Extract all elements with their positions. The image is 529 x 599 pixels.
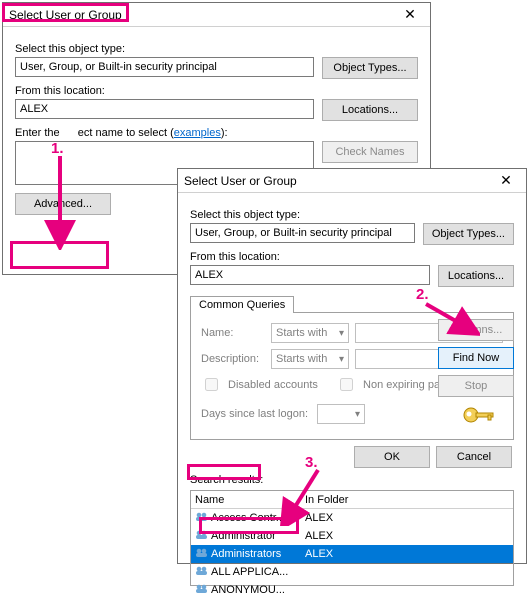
group-icon — [195, 582, 208, 598]
search-results-label: Search results: — [190, 474, 514, 486]
disabled-accounts-label: Disabled accounts — [228, 379, 318, 391]
close-icon[interactable]: ✕ — [492, 172, 520, 189]
titlebar-1: Select User or Group ✕ — [3, 3, 430, 27]
columns-button[interactable]: Columns... — [438, 319, 514, 341]
location-label: From this location: — [15, 85, 418, 97]
result-row[interactable]: Administrators ALEX — [191, 545, 513, 563]
tab-common-queries[interactable]: Common Queries — [190, 296, 294, 313]
object-types-button[interactable]: Object Types... — [423, 223, 514, 245]
check-names-button[interactable]: Check Names — [322, 141, 418, 163]
dialog-title: Select User or Group — [184, 174, 297, 188]
object-type-label: Select this object type: — [15, 43, 418, 55]
object-type-field[interactable] — [15, 57, 314, 77]
result-name: Administrator — [211, 530, 276, 542]
results-header: Name In Folder — [191, 491, 513, 509]
examples-link[interactable]: examples — [174, 127, 221, 139]
nonexpiring-checkbox[interactable] — [340, 378, 353, 391]
advanced-button[interactable]: Advanced... — [15, 193, 111, 215]
object-type-field[interactable] — [190, 223, 415, 243]
result-folder: ALEX — [301, 530, 513, 542]
cancel-button[interactable]: Cancel — [436, 446, 512, 468]
locations-button[interactable]: Locations... — [438, 265, 514, 287]
find-now-button[interactable]: Find Now — [438, 347, 514, 369]
close-icon[interactable]: ✕ — [396, 6, 424, 23]
search-results-list[interactable]: Name In Folder Access Contr...ALEXAdmini… — [190, 490, 514, 586]
group-icon — [195, 528, 208, 544]
days-since-combo[interactable] — [317, 404, 365, 424]
titlebar-2: Select User or Group ✕ — [178, 169, 526, 193]
object-types-button[interactable]: Object Types... — [322, 57, 418, 79]
group-icon — [195, 546, 208, 562]
stop-button[interactable]: Stop — [438, 375, 514, 397]
result-name: Access Contr... — [211, 512, 285, 524]
name-match-combo[interactable]: Starts with — [271, 323, 349, 343]
result-name: ANONYMOU... — [211, 584, 285, 596]
group-icon — [195, 564, 208, 580]
ok-button[interactable]: OK — [354, 446, 430, 468]
result-name: Administrators — [211, 548, 281, 560]
enter-name-label: Enter the ect name to select (examples): — [15, 127, 418, 139]
desc-filter-label: Description: — [201, 353, 265, 365]
dialog-title: Select User or Group — [9, 8, 122, 22]
result-name: ALL APPLICA... — [211, 566, 288, 578]
col-name[interactable]: Name — [191, 494, 301, 506]
locations-button[interactable]: Locations... — [322, 99, 418, 121]
days-since-label: Days since last logon: — [201, 408, 311, 420]
result-row[interactable]: ANONYMOU... — [191, 581, 513, 599]
location-field[interactable] — [190, 265, 430, 285]
result-row[interactable]: Administrator ALEX — [191, 527, 513, 545]
result-folder: ALEX — [301, 548, 513, 560]
result-row[interactable]: Access Contr... ALEX — [191, 509, 513, 527]
disabled-accounts-checkbox[interactable] — [205, 378, 218, 391]
group-icon — [195, 510, 208, 526]
name-filter-label: Name: — [201, 327, 265, 339]
dialog-select-user-2: Select User or Group ✕ Select this objec… — [177, 168, 527, 564]
key-icon — [461, 401, 497, 429]
desc-match-combo[interactable]: Starts with — [271, 349, 349, 369]
location-label: From this location: — [190, 251, 514, 263]
col-folder[interactable]: In Folder — [301, 494, 513, 506]
location-field[interactable] — [15, 99, 314, 119]
result-folder: ALEX — [301, 512, 513, 524]
object-type-label: Select this object type: — [190, 209, 514, 221]
